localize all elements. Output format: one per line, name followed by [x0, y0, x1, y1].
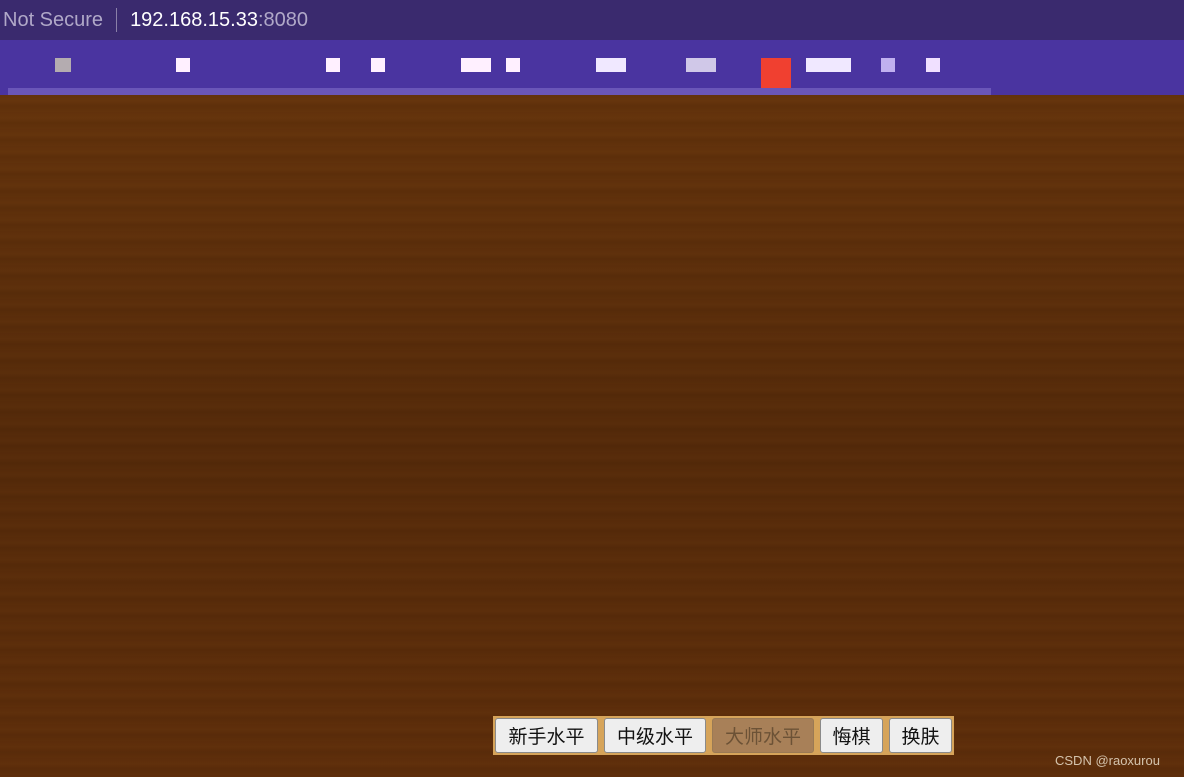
change-skin-button[interactable]: 换肤	[889, 718, 952, 753]
intermediate-level-button[interactable]: 中级水平	[604, 718, 706, 753]
beginner-level-button[interactable]: 新手水平	[495, 718, 598, 753]
chess-board-wood-background[interactable]	[0, 95, 1184, 777]
master-level-button[interactable]: 大师水平	[712, 718, 814, 753]
divider	[116, 8, 118, 32]
watermark: CSDN @raoxurou	[1055, 753, 1160, 768]
address-bar[interactable]: Not Secure 192.168.15.33:8080	[0, 0, 1184, 40]
url-port[interactable]: :8080	[258, 9, 308, 32]
pixelated-bookmarks-bar	[0, 40, 1184, 96]
control-buttons: 新手水平 中级水平 大师水平 悔棋 换肤	[493, 716, 954, 755]
security-indicator[interactable]: Not Secure	[3, 9, 103, 32]
undo-button[interactable]: 悔棋	[820, 718, 883, 753]
url-host[interactable]: 192.168.15.33	[130, 9, 258, 32]
